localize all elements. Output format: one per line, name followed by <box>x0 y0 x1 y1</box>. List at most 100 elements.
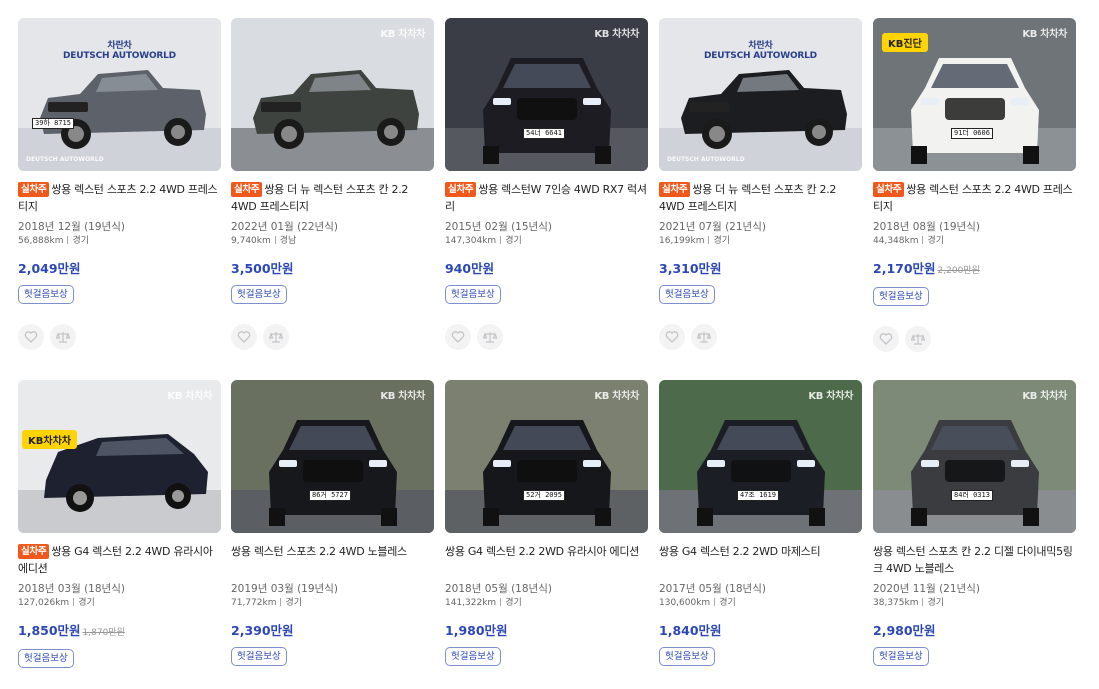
car-card[interactable]: KB 차차차 84러 0313 쌍용 렉스턴 스포츠 칸 2.2 디젤 다이내믹5링… <box>873 380 1076 666</box>
car-title[interactable]: 실차주 쌍용 렉스턴 스포츠 2.2 4WD 프레스티지 <box>18 181 221 215</box>
wasted-trip-compensation-chip[interactable]: 헛걸음보상 <box>231 647 287 666</box>
compare-button[interactable] <box>263 324 289 350</box>
kb-watermark: KB 차차차 <box>594 391 639 402</box>
heart-icon <box>237 331 251 343</box>
dealer-logo: 차란차 DEUTSCH AUTOWORLD <box>63 41 176 61</box>
wasted-trip-compensation-chip[interactable]: 헛걸음보상 <box>659 647 715 666</box>
car-title[interactable]: 쌍용 렉스턴 스포츠 칸 2.2 디젤 다이내믹5링크 4WD 노블레스 <box>873 543 1076 577</box>
favorite-button[interactable] <box>18 324 44 350</box>
scale-icon <box>483 332 497 343</box>
car-photo[interactable]: KB 차차차 KB진단 91더 0606 <box>873 18 1076 171</box>
price-value: 2,390만원 <box>231 623 294 638</box>
car-card[interactable]: KB 차차차 86거 5727 쌍용 렉스턴 스포츠 2.2 4WD 노블레스 201… <box>231 380 434 666</box>
region: 경기 <box>72 236 90 246</box>
car-card[interactable]: 차란차 DEUTSCH AUTOWORLD DEUTSCH AUTOWORLD 39… <box>18 18 221 352</box>
car-title[interactable]: 실차주 쌍용 더 뉴 렉스턴 스포츠 칸 2.2 4WD 프레스티지 <box>659 181 862 215</box>
car-card[interactable]: KB 차차차 실차주 쌍용 더 뉴 렉스턴 스포츠 칸 2.2 4WD 프레스티지 2… <box>231 18 434 352</box>
divider <box>922 598 924 606</box>
compare-button[interactable] <box>691 324 717 350</box>
dealer-logo-bottom: DEUTSCH AUTOWORLD <box>26 156 104 163</box>
favorite-button[interactable] <box>445 324 471 350</box>
price-value: 1,840만원 <box>659 623 722 638</box>
mileage: 44,348km <box>873 236 919 246</box>
region: 경기 <box>285 598 303 608</box>
favorite-button[interactable] <box>231 324 257 350</box>
mileage: 16,199km <box>659 236 705 246</box>
car-title[interactable]: 실차주 쌍용 더 뉴 렉스턴 스포츠 칸 2.2 4WD 프레스티지 <box>231 181 434 215</box>
price-value: 940만원 <box>445 261 495 276</box>
car-title[interactable]: 쌍용 G4 렉스턴 2.2 2WD 마제스티 <box>659 543 862 577</box>
car-photo[interactable]: KB 차차차 52거 2095 <box>445 380 648 533</box>
compare-button[interactable] <box>905 326 931 352</box>
mileage-region: 127,026km 경기 <box>18 596 221 610</box>
mileage-region: 38,375km 경기 <box>873 596 1076 610</box>
car-title[interactable]: 실차주 쌍용 렉스턴W 7인승 4WD RX7 럭셔리 <box>445 181 648 215</box>
owner-tag: 실차주 <box>18 182 50 197</box>
license-plate: 39하 8715 <box>32 118 74 129</box>
price: 2,170만원 2,200만원 <box>873 260 1076 280</box>
kb-diagnosis-badge: KB진단 <box>882 33 928 52</box>
car-card[interactable]: KB 차차차 47조 1619 쌍용 G4 렉스턴 2.2 2WD 마제스티 2017… <box>659 380 862 666</box>
mileage-region: 130,600km 경기 <box>659 596 862 610</box>
wasted-trip-compensation-chip[interactable]: 헛걸음보상 <box>445 647 501 666</box>
car-photo[interactable]: KB 차차차 KB차차차 <box>18 380 221 533</box>
car-title-text: 쌍용 G4 렉스턴 2.2 2WD 마제스티 <box>659 545 821 558</box>
car-card[interactable]: KB 차차차 54너 6641 실차주 쌍용 렉스턴W 7인승 4WD RX7 럭셔리… <box>445 18 648 352</box>
mileage: 56,888km <box>18 236 64 246</box>
mileage: 38,375km <box>873 598 919 608</box>
car-title[interactable]: 실차주 쌍용 렉스턴 스포츠 2.2 4WD 프레스티지 <box>873 181 1076 215</box>
owner-tag: 실차주 <box>445 182 477 197</box>
wasted-trip-compensation-chip[interactable]: 헛걸음보상 <box>18 649 74 668</box>
car-photo[interactable]: KB 차차차 47조 1619 <box>659 380 862 533</box>
wasted-trip-compensation-chip[interactable]: 헛걸음보상 <box>18 285 74 304</box>
car-photo[interactable]: KB 차차차 54너 6641 <box>445 18 648 171</box>
car-title[interactable]: 쌍용 렉스턴 스포츠 2.2 4WD 노블레스 <box>231 543 434 577</box>
chip-row: 헛걸음보상 <box>659 278 862 304</box>
favorite-button[interactable] <box>873 326 899 352</box>
wasted-trip-compensation-chip[interactable]: 헛걸음보상 <box>873 647 929 666</box>
model-year: 2018년 08월 (19년식) <box>873 221 980 233</box>
car-photo-illustration <box>445 380 648 533</box>
heart-icon <box>24 331 38 343</box>
price: 1,980만원 <box>445 622 648 640</box>
region: 경기 <box>78 598 95 608</box>
car-photo[interactable]: KB 차차차 <box>231 18 434 171</box>
wasted-trip-compensation-chip[interactable]: 헛걸음보상 <box>231 285 287 304</box>
region: 경기 <box>713 236 731 246</box>
owner-tag: 실차주 <box>18 544 50 559</box>
card-actions <box>18 324 221 352</box>
car-card[interactable]: 차란차 DEUTSCH AUTOWORLD DEUTSCH AUTOWORLD 실차… <box>659 18 862 352</box>
mileage: 130,600km <box>659 598 711 608</box>
mileage: 147,304km <box>445 236 497 246</box>
wasted-trip-compensation-chip[interactable]: 헛걸음보상 <box>445 285 501 304</box>
car-title[interactable]: 쌍용 G4 렉스턴 2.2 2WD 유라시아 에디션 <box>445 543 648 577</box>
license-plate: 52거 2095 <box>523 490 565 501</box>
kb-watermark: KB 차차차 <box>1022 29 1067 40</box>
card-actions <box>231 324 434 352</box>
car-photo[interactable]: KB 차차차 84러 0313 <box>873 380 1076 533</box>
car-card[interactable]: KB 차차차 52거 2095 쌍용 G4 렉스턴 2.2 2WD 유라시아 에디션… <box>445 380 648 666</box>
car-photo[interactable]: 차란차 DEUTSCH AUTOWORLD DEUTSCH AUTOWORLD 39… <box>18 18 221 171</box>
wasted-trip-compensation-chip[interactable]: 헛걸음보상 <box>659 285 715 304</box>
price-value: 1,850만원 <box>18 623 81 638</box>
price: 1,850만원 1,870만원 <box>18 622 221 642</box>
compare-button[interactable] <box>477 324 503 350</box>
region: 경기 <box>927 598 945 608</box>
car-photo[interactable]: 차란차 DEUTSCH AUTOWORLD DEUTSCH AUTOWORLD <box>659 18 862 171</box>
car-photo-illustration <box>231 18 434 171</box>
favorite-button[interactable] <box>659 324 685 350</box>
mileage-region: 71,772km 경기 <box>231 596 434 610</box>
wasted-trip-compensation-chip[interactable]: 헛걸음보상 <box>873 287 929 306</box>
car-card[interactable]: KB 차차차 KB차차차실차주 쌍용 G4 렉스턴 2.2 4WD 유라시아 에디션… <box>18 380 221 668</box>
license-plate: 86거 5727 <box>309 490 351 501</box>
divider <box>714 598 716 606</box>
dealer-logo-bottom: DEUTSCH AUTOWORLD <box>667 156 745 163</box>
model-year: 2018년 05월 (18년식) <box>445 583 552 595</box>
owner-tag: 실차주 <box>873 182 905 197</box>
compare-button[interactable] <box>50 324 76 350</box>
car-title[interactable]: 실차주 쌍용 G4 렉스턴 2.2 4WD 유라시아 에디션 <box>18 543 221 577</box>
car-photo-illustration <box>231 380 434 533</box>
car-card[interactable]: KB 차차차 KB진단 91더 0606 실차주 쌍용 렉스턴 스포츠 2.2 4WD … <box>873 18 1076 354</box>
car-photo[interactable]: KB 차차차 86거 5727 <box>231 380 434 533</box>
car-photo-illustration <box>445 18 648 171</box>
